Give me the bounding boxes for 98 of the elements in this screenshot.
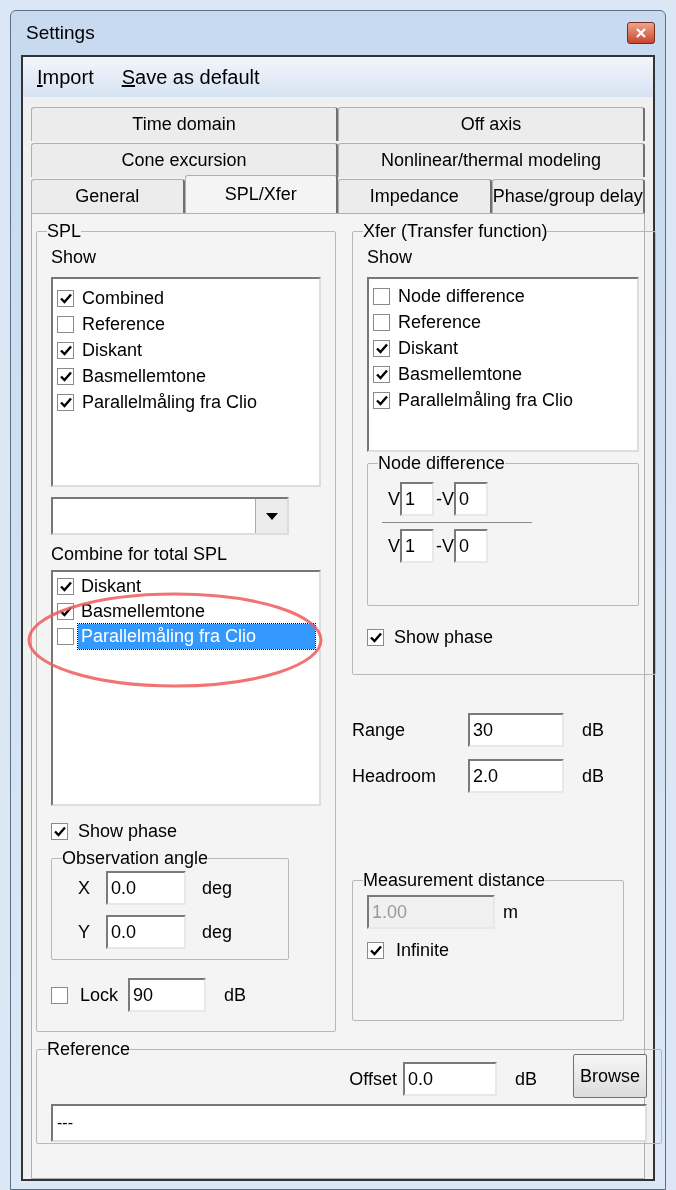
checkbox-label: Parallelmåling fra Clio — [82, 391, 258, 414]
checkbox-label: Node difference — [398, 285, 525, 308]
checkbox[interactable] — [367, 629, 384, 646]
checkbox-label: Diskant — [82, 339, 143, 362]
tab[interactable]: Phase/group delay — [491, 179, 645, 213]
group-title: Observation angle — [62, 847, 209, 869]
input-field[interactable]: 1 — [400, 482, 434, 516]
field-label: -V — [436, 487, 454, 511]
list-box[interactable]: Diskant Basmellemtone Parallelmåling fra Clio — [51, 570, 321, 806]
checkbox[interactable] — [373, 313, 390, 331]
checkbox[interactable] — [373, 391, 390, 409]
check-icon — [59, 581, 72, 592]
unit-label: dB — [582, 764, 605, 788]
checkbox-label: Diskant — [398, 337, 459, 360]
tab[interactable]: SPL/Xfer — [184, 175, 338, 213]
list-box[interactable]: Node difference Reference Diskant Basmellemtone Parallelmåling fra Clio — [367, 277, 639, 452]
field-label: Headroom — [352, 764, 438, 788]
input-field[interactable]: 0 — [454, 482, 488, 516]
input-field[interactable]: 1 — [400, 529, 434, 563]
input-field[interactable]: 0.0 — [106, 915, 186, 949]
checkbox-label: Basmellemtone — [398, 363, 523, 386]
section-label: Show — [51, 246, 98, 269]
tab[interactable]: Cone excursion — [31, 143, 338, 177]
group-title: Reference — [47, 1038, 131, 1060]
path-field[interactable]: --- — [51, 1104, 647, 1142]
unit-label: deg — [202, 920, 233, 944]
group-title: Measurement distance — [363, 869, 546, 891]
close-icon — [636, 28, 646, 38]
dropdown[interactable] — [51, 497, 289, 535]
checkbox[interactable] — [51, 986, 68, 1004]
checkbox-label: Infinite — [396, 939, 450, 962]
checkbox[interactable] — [57, 367, 74, 385]
checkbox-label: Parallelmåling fra Clio — [398, 389, 574, 412]
checkbox-label: Reference — [82, 313, 166, 336]
menu-item[interactable]: Import — [37, 62, 94, 92]
checkbox-label: Show phase — [78, 820, 178, 843]
checkbox[interactable] — [51, 823, 68, 840]
input-field[interactable]: 2.0 — [468, 759, 564, 793]
tab[interactable]: Nonlinear/thermal modeling — [338, 143, 645, 177]
browse-button[interactable]: Browse — [572, 1054, 647, 1098]
group-title: SPL — [47, 220, 82, 242]
checkbox[interactable] — [373, 339, 390, 357]
input-field[interactable]: 0.0 — [106, 871, 186, 905]
unit-label: deg — [202, 876, 233, 900]
checkbox-label: Lock — [80, 983, 119, 1007]
checkbox[interactable] — [373, 287, 390, 305]
group-title: Xfer (Transfer function) — [363, 220, 548, 242]
tab[interactable]: General — [31, 179, 185, 213]
list-item[interactable]: Diskant — [78, 574, 315, 599]
check-icon — [53, 826, 66, 837]
input-field[interactable]: 0 — [454, 529, 488, 563]
unit-label: m — [503, 900, 518, 924]
input-field[interactable]: 90 — [128, 978, 207, 1012]
check-icon — [59, 606, 72, 617]
field-label: -V — [436, 534, 454, 558]
unit-label: dB — [224, 983, 247, 1007]
field-label: Offset — [349, 1067, 397, 1091]
input-field[interactable]: 30 — [468, 713, 564, 747]
list-item[interactable]: Basmellemtone — [78, 599, 315, 624]
section-label: Show — [367, 246, 414, 269]
field-label: X — [77, 876, 91, 900]
field-label: V — [388, 487, 400, 511]
checkbox[interactable] — [57, 393, 74, 411]
field-label: Y — [77, 920, 91, 944]
window-title: Settings — [26, 20, 95, 45]
checkbox[interactable] — [57, 289, 74, 307]
unit-label: dB — [514, 1067, 537, 1091]
caret-icon — [265, 512, 278, 520]
field-label: Range — [352, 718, 407, 742]
tab[interactable]: Impedance — [338, 179, 492, 213]
checkbox-label: Show phase — [394, 626, 494, 649]
tab[interactable]: Off axis — [338, 107, 645, 141]
check-icon — [59, 292, 72, 304]
checkbox[interactable] — [57, 628, 74, 645]
check-icon — [59, 344, 72, 356]
checkbox[interactable] — [57, 315, 74, 333]
check-icon — [59, 370, 72, 382]
tab[interactable]: Time domain — [31, 107, 338, 141]
menu-item[interactable]: Save as default — [121, 62, 260, 92]
section-label: Combine for total SPL — [51, 543, 229, 566]
field-label: V — [388, 534, 400, 558]
checkbox[interactable] — [57, 578, 74, 595]
check-icon — [375, 342, 388, 354]
checkbox[interactable] — [57, 341, 74, 359]
checkbox-label: Reference — [398, 311, 482, 334]
checkbox-label: Basmellemtone — [82, 365, 207, 388]
checkbox-label: Combined — [82, 287, 165, 310]
list-box[interactable]: Combined Reference Diskant Basmellemtone Parallelmåling fra Clio — [51, 277, 321, 487]
check-icon — [369, 632, 382, 643]
check-icon — [59, 396, 72, 408]
input-field[interactable]: 0.0 — [402, 1062, 497, 1096]
close-button[interactable] — [627, 22, 655, 44]
check-icon — [369, 945, 382, 956]
check-icon — [375, 394, 388, 406]
group-title: Node difference — [378, 452, 505, 474]
checkbox[interactable] — [373, 365, 390, 383]
check-icon — [375, 368, 388, 380]
unit-label: dB — [582, 718, 605, 742]
